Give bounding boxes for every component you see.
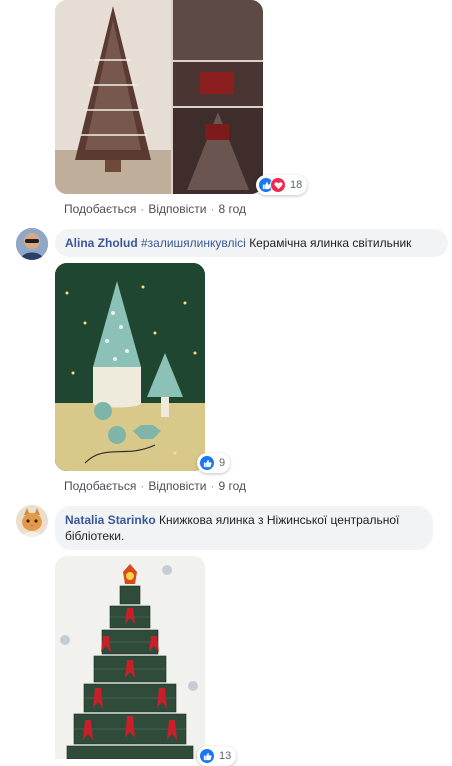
comment-bubble: Natalia Starinko Книжкова ялинка з Ніжин… xyxy=(55,506,433,550)
comment-author[interactable]: Alina Zholud xyxy=(65,236,138,250)
like-link[interactable]: Подобається xyxy=(64,479,136,493)
comment-bubble: Alina Zholud #залишялинкувлісі Керамічна… xyxy=(55,229,448,257)
like-link[interactable]: Подобається xyxy=(64,202,136,216)
comment-photo[interactable] xyxy=(55,556,205,759)
hashtag-link[interactable]: #залишялинкувлісі xyxy=(141,236,246,250)
reactions-count: 13 xyxy=(219,750,232,762)
like-icon xyxy=(199,748,215,764)
christmas-tree-collage-image xyxy=(55,0,263,194)
separator: · xyxy=(140,202,145,216)
timestamp[interactable]: 9 год xyxy=(218,479,246,493)
love-icon xyxy=(270,177,286,193)
book-christmas-tree-image xyxy=(55,556,205,759)
avatar[interactable] xyxy=(16,505,48,537)
reactions-summary[interactable]: 13 xyxy=(197,746,237,766)
like-icon xyxy=(199,455,215,471)
reply-link[interactable]: Відповісти xyxy=(148,479,206,493)
comment-author[interactable]: Natalia Starinko xyxy=(65,513,156,527)
comment-actions: Подобається · Відповісти · 9 год xyxy=(64,479,246,493)
man-with-sunglasses-avatar-icon xyxy=(16,228,48,260)
reactions-count: 18 xyxy=(290,179,303,191)
comment-text: Керамічна ялинка світильник xyxy=(249,236,412,250)
separator: · xyxy=(140,479,145,493)
comment-actions: Подобається · Відповісти · 8 год xyxy=(64,202,246,216)
reactions-summary[interactable]: 9 xyxy=(197,453,231,473)
separator: · xyxy=(210,479,215,493)
avatar[interactable] xyxy=(16,228,48,260)
comment-photo[interactable] xyxy=(55,0,263,194)
ceramic-tree-lamp-image xyxy=(55,263,205,471)
timestamp[interactable]: 8 год xyxy=(218,202,246,216)
comment-photo[interactable] xyxy=(55,263,205,471)
separator: · xyxy=(210,202,215,216)
cat-avatar-icon xyxy=(16,505,48,537)
reply-link[interactable]: Відповісти xyxy=(148,202,206,216)
reactions-summary[interactable]: 18 xyxy=(256,175,308,195)
reactions-count: 9 xyxy=(219,457,226,469)
